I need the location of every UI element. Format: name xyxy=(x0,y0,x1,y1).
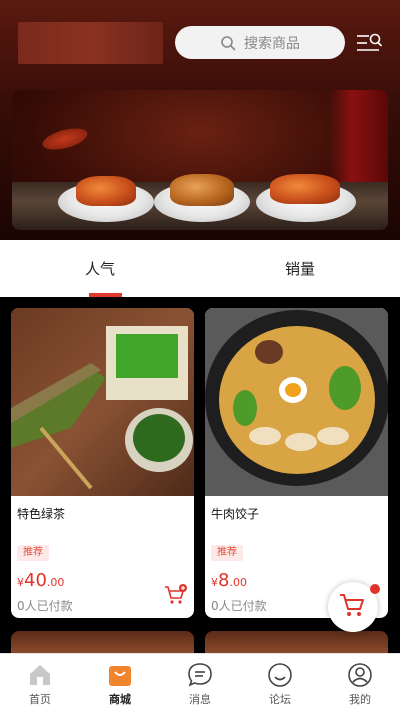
tab-popularity-label: 人气 xyxy=(84,260,115,278)
nav-label-mall: 商城 xyxy=(109,693,131,706)
profile-icon xyxy=(347,662,373,688)
product-image-beef-dumplings xyxy=(205,308,388,496)
price-currency: ¥ xyxy=(17,576,24,589)
nav-item-home[interactable]: 首页 xyxy=(0,654,80,710)
tab-sales[interactable]: 销量 xyxy=(200,240,400,297)
nav-label-profile: 我的 xyxy=(349,693,371,706)
nav-item-profile[interactable]: 我的 xyxy=(320,654,400,710)
add-to-cart-icon[interactable] xyxy=(164,584,188,606)
nav-item-mall[interactable]: 商城 xyxy=(80,654,160,710)
banner-food-2 xyxy=(170,174,234,206)
nav-item-messages[interactable]: 消息 xyxy=(160,654,240,710)
product-price: ¥40.00 xyxy=(17,570,64,591)
product-price: ¥8.00 xyxy=(211,570,247,591)
product-card[interactable]: 特色绿茶 推荐 ¥40.00 0人已付款 xyxy=(11,308,194,618)
category-menu-search-icon[interactable] xyxy=(356,32,382,54)
bottom-nav: 首页 商城 消息 论坛 我的 xyxy=(0,653,400,710)
banner-plate-1 xyxy=(58,176,154,222)
price-currency: ¥ xyxy=(211,576,218,589)
forum-smile-icon xyxy=(267,662,293,688)
price-integer: 40 xyxy=(24,570,47,591)
message-icon xyxy=(187,662,213,688)
nav-item-forum[interactable]: 论坛 xyxy=(240,654,320,710)
banner-food-1 xyxy=(76,176,136,206)
banner-plate-2 xyxy=(154,174,250,222)
sort-tabs: 人气 销量 xyxy=(0,240,400,297)
tab-sales-label: 销量 xyxy=(284,260,315,278)
product-image-green-tea xyxy=(11,308,194,496)
price-integer: 8 xyxy=(218,570,230,591)
paid-count: 0人已付款 xyxy=(211,599,267,613)
store-header: 搜索商品 xyxy=(0,0,400,240)
status-bar xyxy=(0,0,400,14)
product-name: 牛肉饺子 xyxy=(211,507,260,521)
cart-badge xyxy=(370,584,380,594)
promo-banner[interactable] xyxy=(12,90,388,230)
tab-popularity[interactable]: 人气 xyxy=(0,240,200,297)
product-name: 特色绿茶 xyxy=(17,507,66,521)
nav-label-forum: 论坛 xyxy=(269,693,291,706)
recommend-badge: 推荐 xyxy=(17,545,49,561)
price-decimal: .00 xyxy=(46,576,65,589)
home-icon xyxy=(27,662,53,688)
product-card-peek[interactable] xyxy=(205,631,388,653)
search-icon xyxy=(220,35,236,51)
banner-chili-decoration xyxy=(40,124,90,154)
price-decimal: .00 xyxy=(229,576,247,589)
banner-plate-3 xyxy=(256,174,356,222)
nav-label-messages: 消息 xyxy=(189,693,211,706)
product-card-peek[interactable] xyxy=(11,631,194,653)
shopping-bag-icon xyxy=(107,662,133,688)
banner-food-3 xyxy=(270,174,340,204)
store-logo xyxy=(18,22,163,64)
nav-label-home: 首页 xyxy=(29,693,51,706)
paid-count: 0人已付款 xyxy=(17,599,73,613)
product-card[interactable]: 牛肉饺子 推荐 ¥8.00 0人已付款 xyxy=(205,308,388,618)
recommend-badge: 推荐 xyxy=(211,545,243,561)
search-input[interactable]: 搜索商品 xyxy=(175,26,345,59)
cart-icon xyxy=(339,592,367,622)
search-placeholder: 搜索商品 xyxy=(244,35,300,52)
floating-cart-button[interactable] xyxy=(328,582,380,632)
